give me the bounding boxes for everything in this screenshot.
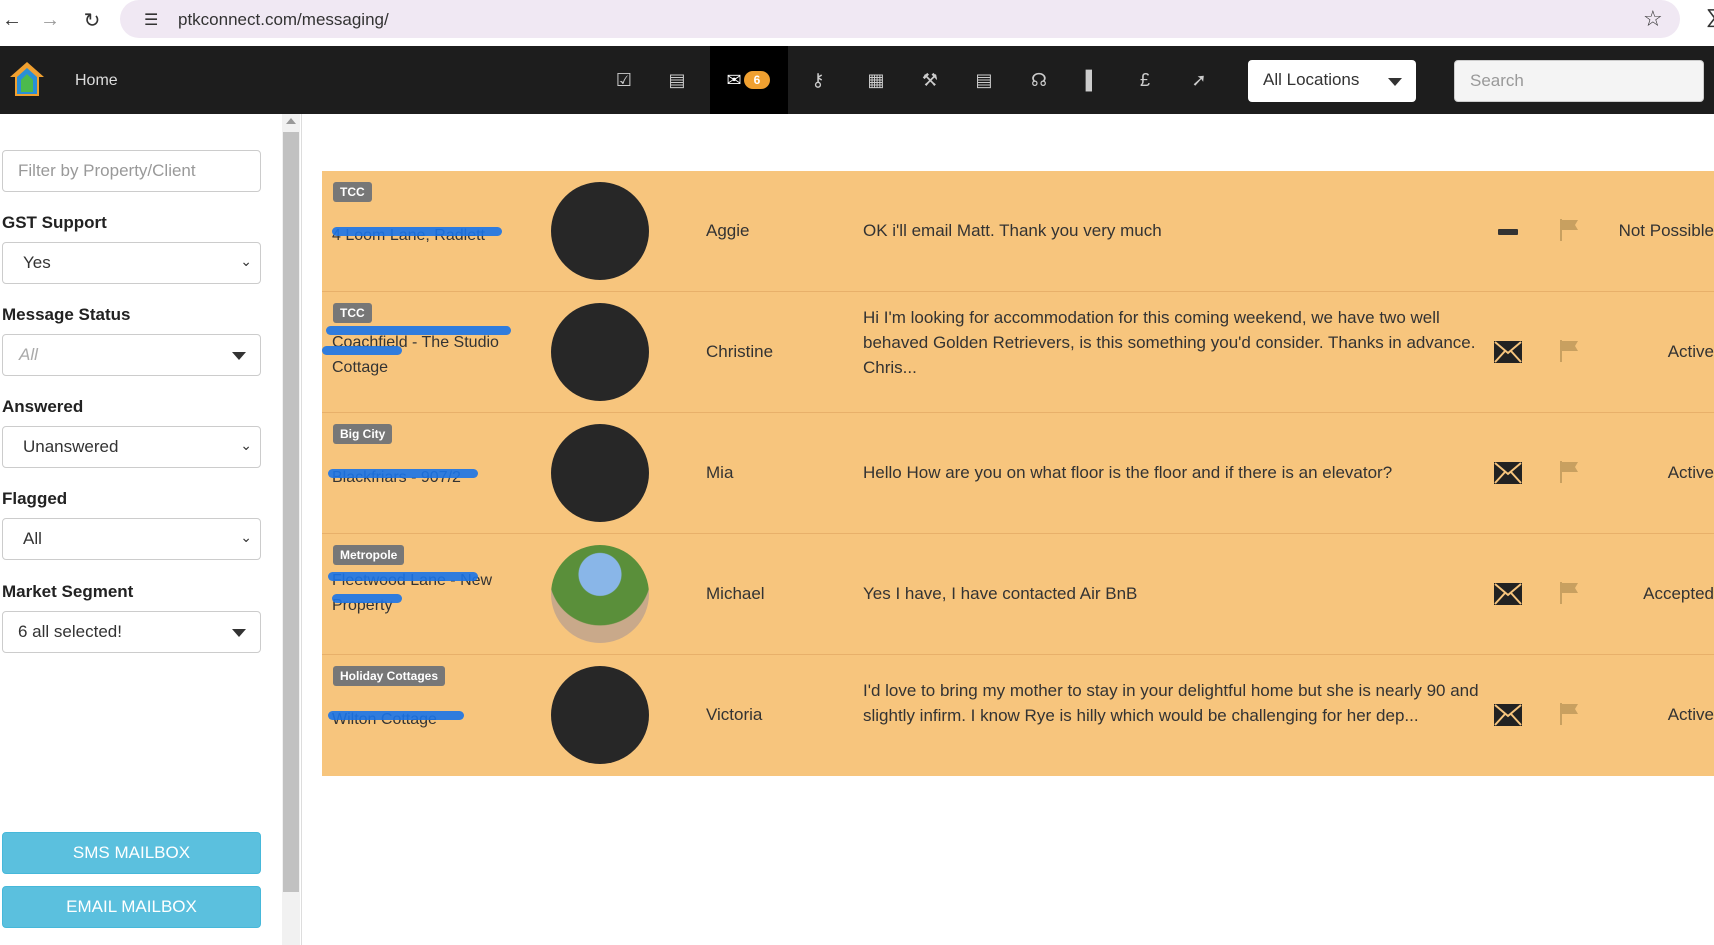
scroll-up-icon[interactable]	[286, 118, 296, 124]
redaction-mark	[326, 326, 511, 335]
guest-name: Christine	[706, 342, 774, 361]
redaction-mark	[328, 572, 478, 581]
bookmark-star-icon[interactable]: ☆	[1643, 6, 1663, 32]
flagged-value: All	[23, 529, 42, 548]
caret-down-icon	[1388, 78, 1402, 86]
sms-mailbox-button[interactable]: SMS MAILBOX	[2, 832, 261, 874]
wrench-icon[interactable]: ⚒	[916, 66, 944, 94]
site-settings-icon[interactable]: ☰	[144, 10, 158, 30]
message-preview: Yes I have, I have contacted Air BnB	[863, 584, 1138, 603]
envelope-icon[interactable]	[1494, 704, 1522, 726]
logo-icon[interactable]	[8, 60, 46, 98]
market-segment-value: 6 all selected!	[18, 622, 122, 641]
message-preview: Hello How are you on what floor is the f…	[863, 463, 1393, 482]
property-filter-input[interactable]: Filter by Property/Client	[2, 150, 261, 192]
avatar	[551, 182, 649, 280]
gst-support-select[interactable]: Yes ⌄	[2, 242, 261, 284]
document-icon[interactable]: ▤	[970, 66, 998, 94]
unread-badge: 6	[744, 71, 770, 89]
flagged-label: Flagged	[2, 489, 68, 508]
redaction-mark	[332, 227, 502, 236]
redaction-mark	[328, 469, 478, 478]
forward-icon[interactable]: →	[38, 6, 62, 34]
message-row[interactable]: Holiday Cottages Wilton Cottage Victoria…	[322, 655, 1714, 776]
keys-icon[interactable]: ⚷	[804, 66, 832, 94]
email-mailbox-button[interactable]: EMAIL MAILBOX	[2, 886, 261, 928]
message-preview: I'd love to bring my mother to stay in y…	[863, 681, 1479, 725]
property-name: Coachfield - The Studio Cottage	[332, 334, 499, 376]
status-label: Active	[1667, 705, 1714, 724]
location-select[interactable]: All Locations	[1248, 60, 1416, 102]
client-tag: Big City	[333, 424, 393, 444]
message-row[interactable]: TCC Coachfield - The Studio Cottage Chri…	[322, 292, 1714, 413]
flagged-select[interactable]: All ⌄	[2, 518, 261, 560]
avatar	[551, 666, 649, 764]
bus-icon[interactable]: ▤	[663, 66, 691, 94]
avatar	[551, 303, 649, 401]
message-preview: Hi I'm looking for accommodation for thi…	[863, 308, 1476, 377]
message-list: TCC 4 Loom Lane, Radlett Aggie OK i'll e…	[322, 171, 1714, 777]
status-label: Not Possible	[1618, 221, 1714, 240]
answered-select[interactable]: Unanswered ⌄	[2, 426, 261, 468]
status-label: Active	[1667, 342, 1714, 361]
guest-name: Victoria	[706, 705, 763, 724]
scrollbar-thumb[interactable]	[283, 132, 299, 892]
message-status-select[interactable]: All	[2, 334, 261, 376]
back-icon[interactable]: ←	[0, 6, 24, 34]
status-label: Active	[1667, 463, 1714, 482]
guest-name: Michael	[706, 584, 765, 603]
browser-toolbar: ← → ↻ ☰ ptkconnect.com/messaging/ ☆ ∑	[0, 0, 1714, 46]
chart-icon[interactable]: ▌	[1078, 66, 1106, 94]
message-status-label: Message Status	[2, 305, 131, 324]
pin-icon[interactable]: ➚	[1185, 66, 1213, 94]
dash-icon[interactable]	[1498, 229, 1518, 235]
divider	[301, 114, 302, 945]
gst-support-value: Yes	[23, 253, 51, 272]
chevron-down-icon: ⌄	[240, 253, 252, 269]
caret-down-icon	[232, 352, 246, 360]
chevron-down-icon: ⌄	[240, 529, 252, 545]
message-row[interactable]: Big City Blackfriars - 907/2 Mia Hello H…	[322, 413, 1714, 534]
market-segment-select[interactable]: 6 all selected!	[2, 611, 261, 653]
pound-icon[interactable]: £	[1131, 66, 1159, 94]
message-preview: OK i'll email Matt. Thank you very much	[863, 221, 1162, 240]
client-tag: Holiday Cottages	[333, 666, 446, 686]
envelope-icon[interactable]	[1494, 583, 1522, 605]
redaction-mark	[332, 594, 402, 603]
app-header: Home ☑ ▤ ✉ 6 ⚷ ▦ ⚒ ▤ ☊ ▌ £ ➚ All Locatio…	[0, 46, 1714, 114]
extensions-icon[interactable]: ∑	[1706, 6, 1714, 29]
filter-sidebar: Filter by Property/Client GST Support Ye…	[0, 114, 280, 945]
answered-value: Unanswered	[23, 437, 119, 456]
home-link[interactable]: Home	[75, 72, 118, 90]
client-tag: Metropole	[333, 545, 405, 565]
url-text[interactable]: ptkconnect.com/messaging/	[178, 10, 389, 30]
calendar-icon[interactable]: ▦	[862, 66, 890, 94]
avatar	[551, 424, 649, 522]
message-row[interactable]: Metropole Fleetwood Lane - New Property …	[322, 534, 1714, 655]
chevron-down-icon: ⌄	[240, 437, 252, 453]
guest-name: Mia	[706, 463, 734, 482]
client-tag: TCC	[333, 182, 372, 202]
search-input[interactable]: Search	[1454, 60, 1704, 102]
avatar	[551, 545, 649, 643]
headset-icon[interactable]: ☊	[1025, 66, 1053, 94]
envelope-icon[interactable]	[1494, 341, 1522, 363]
gst-support-label: GST Support	[2, 213, 107, 232]
market-segment-label: Market Segment	[2, 582, 134, 601]
answered-label: Answered	[2, 397, 84, 416]
message-row[interactable]: TCC 4 Loom Lane, Radlett Aggie OK i'll e…	[322, 171, 1714, 292]
redaction-mark	[322, 346, 402, 355]
location-select-value: All Locations	[1263, 70, 1360, 89]
envelope-icon[interactable]	[1494, 462, 1522, 484]
client-tag: TCC	[333, 303, 372, 323]
reload-icon[interactable]: ↻	[80, 6, 104, 34]
message-status-value: All	[19, 345, 38, 364]
status-label: Accepted	[1643, 584, 1714, 603]
tasks-icon[interactable]: ☑	[610, 66, 638, 94]
guest-name: Aggie	[706, 221, 750, 240]
redaction-mark	[328, 711, 464, 720]
caret-down-icon	[232, 629, 246, 637]
